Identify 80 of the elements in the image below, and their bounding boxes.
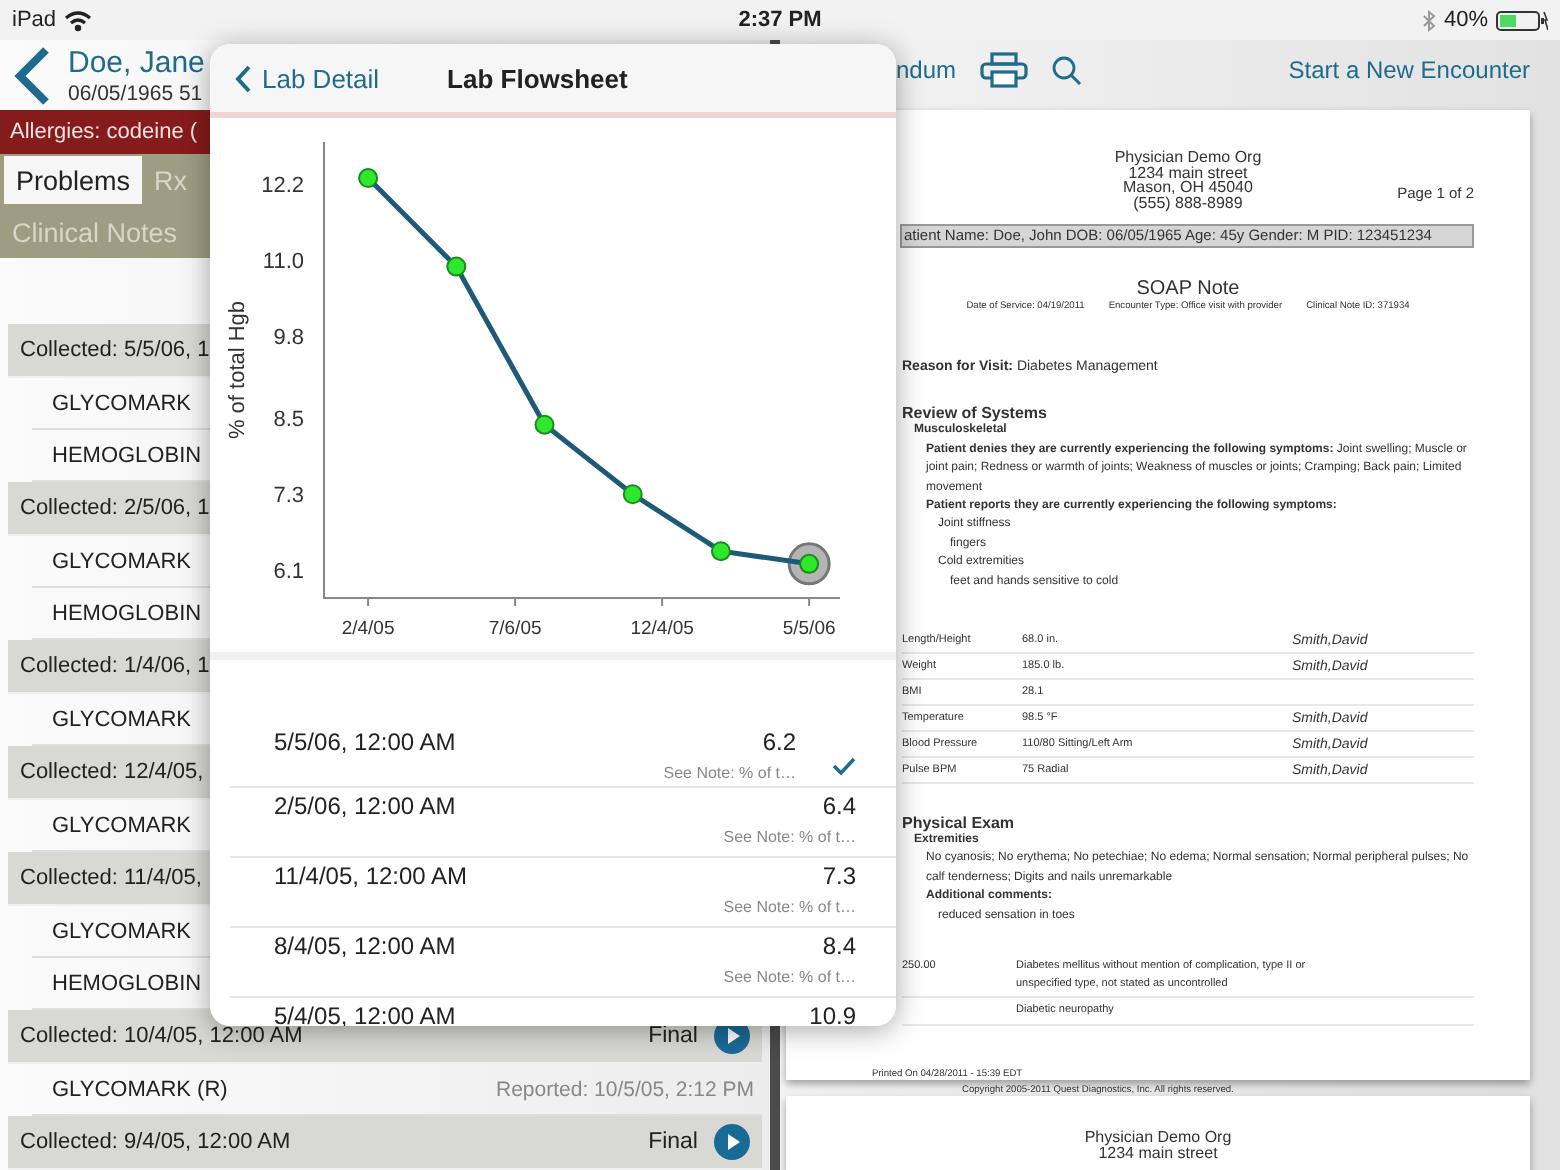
test-name[interactable]: HEMOGLOBIN [52, 601, 202, 625]
collected-date: Collected: 11/4/05, [20, 866, 202, 890]
reading-note: See Note: % of t… [663, 764, 796, 782]
axis-tick-label: 12.2 [261, 174, 304, 199]
test-name[interactable]: GLYCOMARK [52, 549, 191, 573]
collected-date: Collected: 1/4/06, 1 [20, 654, 210, 678]
bluetooth-icon [1421, 9, 1436, 31]
back-button[interactable]: Lab Detail [226, 63, 388, 93]
axis-tick-label: 6.1 [273, 560, 304, 585]
axis-tick-label: 12/4/05 [630, 618, 694, 640]
test-name[interactable]: HEMOGLOBIN [52, 443, 202, 467]
axis-tick-label: 11.0 [262, 250, 304, 275]
collected-date: Collected: 12/4/05, [20, 760, 204, 784]
collected-date: Collected: 9/4/05, 12:00 AM [20, 1130, 291, 1154]
section-heading: Review of Systems [902, 404, 1049, 423]
org-address-line: 1234 main street [1098, 1145, 1218, 1161]
popover-title: Lab Flowsheet [447, 63, 628, 93]
axis-tick-label: 2/4/05 [341, 618, 395, 640]
axis-tick-label: 8.5 [273, 408, 304, 433]
patient-dob: 06/05/1965 51 [68, 81, 205, 105]
test-name[interactable]: HEMOGLOBIN [52, 971, 202, 995]
data-point[interactable] [446, 256, 467, 277]
reading-date: 11/4/05, 12:00 AM [274, 862, 470, 890]
data-point[interactable] [358, 168, 379, 189]
org-address-line: (555) 888-8989 [1133, 195, 1245, 211]
result-status: Final [648, 1130, 698, 1154]
section-heading: Physical Exam [902, 814, 1017, 833]
reading-value: 10.9 [809, 1002, 856, 1026]
reading-note: See Note: % of t… [723, 968, 856, 986]
test-name[interactable]: GLYCOMARK (R) [52, 1077, 228, 1101]
axis-title: % of total Hgb [226, 300, 250, 440]
reported-date: Reported: 10/5/05, 2:12 PM [496, 1077, 754, 1101]
lab-group-header[interactable]: Collected: 9/4/05, 12:00 AM Final [8, 1116, 762, 1170]
reading-row[interactable]: 5/5/06, 12:00 AM 6.2 See Note: % of t… [230, 712, 896, 788]
reading-note: See Note: % of t… [723, 898, 856, 916]
data-point[interactable] [534, 414, 555, 435]
org-address-line: Mason, OH 45040 [1121, 180, 1255, 196]
wifi-icon [64, 9, 93, 31]
axis-tick-label: 5/5/06 [782, 618, 836, 640]
test-name[interactable]: GLYCOMARK [52, 391, 191, 415]
axis-tick-label: 7/6/05 [488, 618, 542, 640]
test-name[interactable]: GLYCOMARK [52, 813, 191, 837]
search-icon[interactable] [1052, 55, 1083, 85]
reading-value: 8.4 [820, 932, 856, 960]
patient-name: Doe, Jane [68, 45, 205, 81]
reading-value: 6.2 [760, 728, 796, 756]
test-name[interactable]: GLYCOMARK [52, 707, 191, 731]
reading-date: 8/4/05, 12:00 AM [274, 932, 458, 960]
reading-value: 7.3 [820, 862, 856, 890]
clock-time: 2:37 PM [738, 8, 822, 32]
chevron-icon [234, 63, 252, 93]
test-name[interactable]: GLYCOMARK [52, 919, 191, 943]
reading-row[interactable]: 2/5/06, 12:00 AM 6.4 See Note: % of t… [230, 788, 896, 858]
document-title: SOAP Note [1134, 278, 1242, 301]
reading-date: 5/5/06, 12:00 AM [274, 728, 458, 756]
org-address-line: Physician Demo Org [1114, 150, 1262, 166]
battery-icon [1495, 9, 1548, 31]
collected-date: Collected: 5/5/06, 1 [20, 338, 210, 362]
axis-tick-label: 9.8 [273, 326, 304, 351]
org-address-line: 1234 main street [1128, 165, 1248, 181]
org-address-line: Physician Demo Org [1082, 1130, 1234, 1146]
printer-icon[interactable] [980, 52, 1029, 88]
reading-row[interactable]: 11/4/05, 12:00 AM 7.3 See Note: % of t… [230, 858, 896, 928]
addendum-link[interactable]: ndum [896, 56, 957, 84]
collected-date: Collected: 10/4/05, 12:00 AM [20, 1024, 303, 1048]
new-encounter-link[interactable]: Start a New Encounter [1288, 56, 1530, 84]
reading-date: 2/5/06, 12:00 AM [274, 792, 458, 820]
collected-date: Collected: 2/5/06, 1 [20, 496, 210, 520]
tab[interactable]: Problems [4, 156, 143, 204]
result-status: Final [648, 1024, 698, 1048]
reading-value: 6.4 [820, 792, 856, 820]
reading-row[interactable]: 8/4/05, 12:00 AM 8.4 See Note: % of t… [230, 928, 896, 998]
axis-tick-label: 7.3 [273, 484, 304, 509]
battery-percent: 40% [1443, 8, 1488, 32]
data-point[interactable] [710, 541, 731, 562]
device-name: iPad [12, 8, 57, 32]
back-icon[interactable] [12, 45, 52, 105]
play-icon[interactable] [714, 1124, 750, 1160]
reading-note: See Note: % of t… [723, 828, 856, 846]
data-point[interactable] [622, 484, 643, 505]
